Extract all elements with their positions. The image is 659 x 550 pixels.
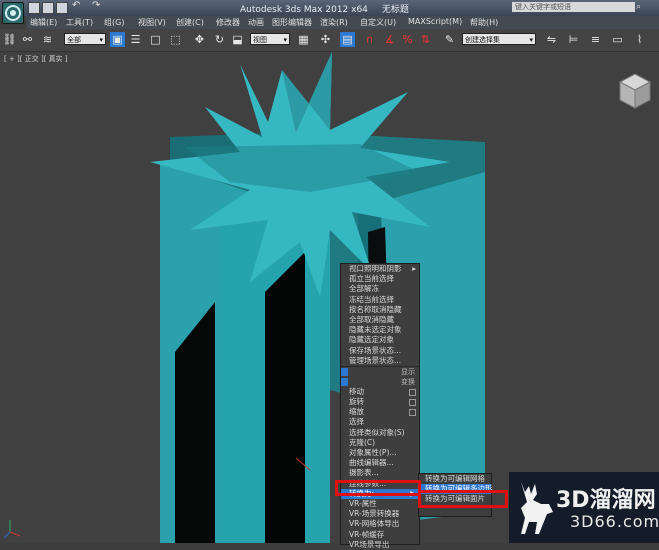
rotate-icon[interactable]: ↻	[212, 32, 227, 47]
menu-item-vr-properties[interactable]: VR-属性	[341, 499, 419, 509]
window-crossing-icon[interactable]: ⬚	[168, 32, 183, 47]
named-selection-dropdown[interactable]: 创建选择集	[462, 33, 536, 46]
main-toolbar: ⛓ ⚯ ≋ 全部 ▣ ☰ □ ⬚ ✥ ↻ ⬓ 视图 ▦ ✣ ▤ ∩ ∡ % ⇅ …	[0, 29, 659, 52]
search-input[interactable]: 键入关键字或短语	[512, 2, 635, 12]
move-icon[interactable]: ✥	[192, 32, 207, 47]
rectangular-selection-icon[interactable]: □	[148, 32, 163, 47]
spinner-snap-icon[interactable]: ⇅	[418, 32, 433, 47]
select-by-name-icon[interactable]: ☰	[128, 32, 143, 47]
watermark-url: 3D66.com	[570, 512, 659, 531]
menu-item-vr-scene-export[interactable]: VR场景导出	[341, 540, 419, 550]
watermark-brand: 3D溜溜网	[556, 488, 656, 513]
menu-customize[interactable]: 自定义(U)	[360, 17, 396, 28]
annotation-box-convert-to	[335, 480, 421, 496]
curve-editor-icon[interactable]: ⌇	[632, 32, 647, 47]
viewcube-icon[interactable]	[616, 70, 654, 112]
title-bar: ↶ ↷ Autodesk 3ds Max 2012 x64 无标题 键入关键字或短…	[0, 0, 659, 16]
submenu-item-editable-mesh[interactable]: 转换为可编辑网格	[419, 474, 491, 484]
menu-item-manage-scene-states[interactable]: 管理场景状态...	[341, 356, 419, 366]
menu-rendering[interactable]: 渲染(R)	[320, 17, 348, 28]
menu-item-viewport-lighting[interactable]: 视口照明和阴影 ▸	[341, 264, 419, 274]
viewport-label[interactable]: [ + ][ 正交 ][ 真实 ]	[4, 54, 68, 64]
select-manipulate-icon[interactable]: ✣	[318, 32, 333, 47]
menu-item-vr-scene-converter[interactable]: VR-场景转换器	[341, 509, 419, 519]
menu-maxscript[interactable]: MAXScript(M)	[408, 17, 462, 26]
undo-icon[interactable]: ↶	[72, 0, 82, 11]
app-title: Autodesk 3ds Max 2012 x64	[240, 5, 368, 15]
pivot-center-icon[interactable]: ▦	[296, 32, 311, 47]
deer-logo-icon	[521, 482, 553, 534]
window-title: Autodesk 3ds Max 2012 x64 无标题	[240, 2, 409, 15]
open-file-icon[interactable]	[42, 2, 54, 14]
menu-item-unhide-by-name[interactable]: 按名称取消隐藏	[341, 305, 419, 315]
menu-item-move[interactable]: 移动	[341, 387, 419, 397]
select-object-icon[interactable]: ▣	[110, 32, 125, 47]
layer-manager-icon[interactable]: ≡	[588, 32, 603, 47]
menu-edit[interactable]: 编辑(E)	[30, 17, 57, 28]
max-logo-icon	[5, 5, 21, 21]
link-icon[interactable]: ⛓	[2, 32, 17, 47]
menu-bar: 编辑(E) 工具(T) 组(G) 视图(V) 创建(C) 修改器 动画 图形编辑…	[26, 16, 659, 29]
menu-item-object-properties[interactable]: 对象属性(P)...	[341, 448, 419, 458]
graphite-tools-icon[interactable]: ▭	[610, 32, 625, 47]
align-icon[interactable]: ⊨	[566, 32, 581, 47]
reference-coord-dropdown[interactable]: 视图	[250, 33, 290, 46]
menu-item-isolate-selection[interactable]: 孤立当前选择	[341, 274, 419, 284]
perspective-viewport[interactable]	[0, 52, 659, 543]
app-menu-button[interactable]	[2, 2, 24, 24]
quad-header-transform: 变换	[341, 377, 419, 387]
menu-create[interactable]: 创建(C)	[176, 17, 204, 28]
mirror-icon[interactable]: ⇋	[544, 32, 559, 47]
snap-toggle-icon[interactable]: ∩	[362, 32, 377, 47]
menu-group[interactable]: 组(G)	[104, 17, 124, 28]
menu-item-select-similar[interactable]: 选择类似对象(S)	[341, 428, 419, 438]
file-name: 无标题	[381, 5, 409, 15]
menu-item-unfreeze-all[interactable]: 全部解冻	[341, 284, 419, 294]
menu-view[interactable]: 视图(V)	[138, 17, 166, 28]
star-extrusion-object[interactable]	[0, 52, 659, 543]
menu-item-select[interactable]: 选择	[341, 417, 419, 427]
menu-animation[interactable]: 动画	[248, 17, 264, 28]
menu-item-scale[interactable]: 缩放	[341, 407, 419, 417]
annotation-box-editable-poly	[418, 490, 508, 508]
menu-graph-editors[interactable]: 图形编辑器	[272, 17, 312, 28]
bind-space-warp-icon[interactable]: ≋	[40, 32, 55, 47]
edit-named-selection-icon[interactable]: ✎	[442, 32, 457, 47]
quad-header-display: 显示	[341, 367, 419, 377]
menu-item-clone[interactable]: 克隆(C)	[341, 438, 419, 448]
menu-item-save-scene-state[interactable]: 保存场景状态...	[341, 346, 419, 356]
new-file-icon[interactable]	[28, 2, 40, 14]
angle-snap-icon[interactable]: ∡	[382, 32, 397, 47]
menu-modifiers[interactable]: 修改器	[216, 17, 240, 28]
menu-item-vr-frame-buffer[interactable]: VR-帧缓存	[341, 530, 419, 540]
menu-item-dope-sheet[interactable]: 摄影表...	[341, 468, 419, 478]
menu-item-unhide-all[interactable]: 全部取消隐藏	[341, 315, 419, 325]
search-icon[interactable]: ⌕	[636, 2, 641, 12]
menu-help[interactable]: 帮助(H)	[470, 17, 498, 28]
redo-icon[interactable]: ↷	[92, 0, 102, 11]
keyboard-shortcut-override-icon[interactable]: ▤	[340, 32, 355, 47]
menu-item-hide-unselected[interactable]: 隐藏未选定对象	[341, 325, 419, 335]
menu-tools[interactable]: 工具(T)	[66, 17, 93, 28]
save-file-icon[interactable]	[56, 2, 68, 14]
selection-filter-dropdown[interactable]: 全部	[64, 33, 106, 46]
menu-item-freeze-selection[interactable]: 冻结当前选择	[341, 295, 419, 305]
scale-icon[interactable]: ⬓	[230, 32, 245, 47]
menu-item-vr-mesh-export[interactable]: VR-网格体导出	[341, 519, 419, 529]
menu-item-rotate[interactable]: 旋转	[341, 397, 419, 407]
menu-item-curve-editor[interactable]: 曲线编辑器...	[341, 458, 419, 468]
quad-context-menu: 视口照明和阴影 ▸ 孤立当前选择 全部解冻 冻结当前选择 按名称取消隐藏 全部取消…	[340, 263, 420, 549]
percent-snap-icon[interactable]: %	[400, 32, 415, 47]
menu-item-hide-selection[interactable]: 隐藏选定对象	[341, 335, 419, 345]
unlink-icon[interactable]: ⚯	[20, 32, 35, 47]
